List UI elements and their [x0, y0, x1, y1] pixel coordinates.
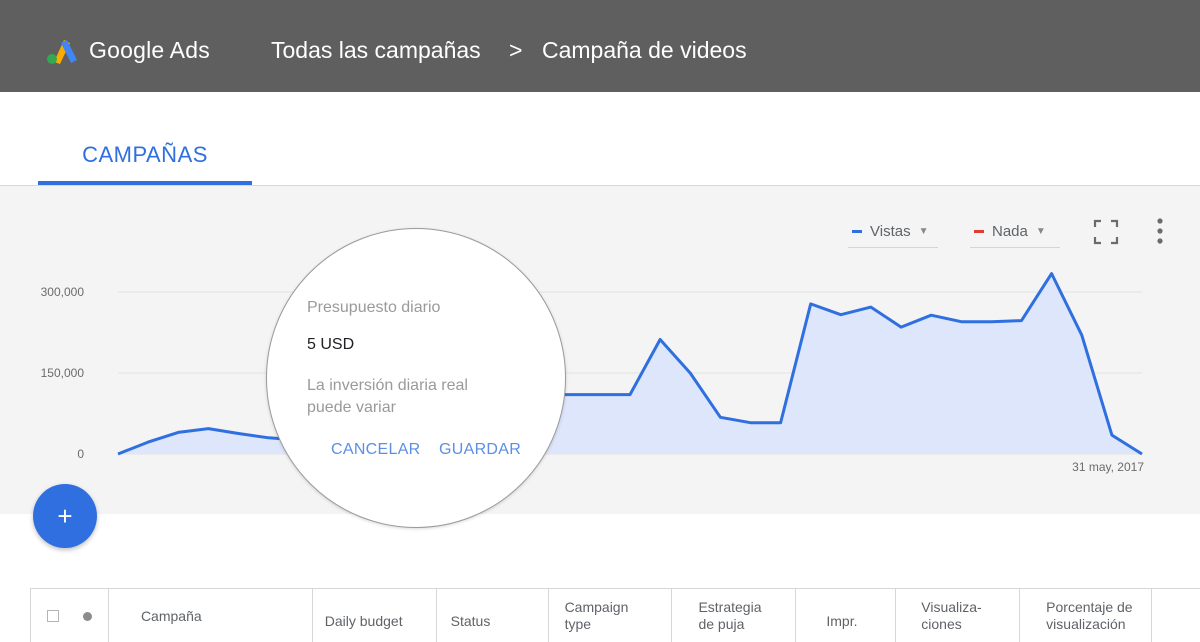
y-tick-label: 0: [77, 447, 84, 461]
more-vert-icon[interactable]: [1152, 216, 1168, 246]
budget-note-line1: La inversión diaria real: [307, 377, 468, 394]
tab-campaigns[interactable]: CAMPAÑAS: [38, 142, 252, 168]
column-header-status[interactable]: Status: [437, 589, 549, 642]
column-header-impressions[interactable]: Impr.: [796, 589, 897, 642]
column-label-line1: Visualiza-: [921, 599, 982, 615]
chevron-down-icon: ▼: [1035, 226, 1046, 237]
column-header-daily-budget[interactable]: Daily budget: [313, 589, 437, 642]
column-label: Estrategia de puja: [698, 599, 761, 633]
column-label-line1: Estrategia: [698, 599, 762, 615]
performance-chart: 300,000 150,000 0 31 may, 2017 Vistas ▼ Na…: [0, 186, 1200, 514]
column-label-line2: de puja: [698, 616, 745, 632]
column-header-view-rate[interactable]: Porcentaje de visualización: [1020, 589, 1153, 642]
column-label-line2: type: [564, 616, 592, 632]
chevron-down-icon: ▼: [918, 226, 929, 237]
metric-secondary-swatch: [974, 230, 984, 233]
column-header-campaign-type[interactable]: Campaign type: [549, 589, 673, 642]
y-tick-label: 150,000: [41, 366, 85, 380]
column-label: Campaign type: [565, 599, 629, 633]
x-axis-end-label: 31 may, 2017: [1072, 460, 1144, 474]
column-label: Daily budget: [324, 612, 403, 629]
breadcrumb-separator-icon: >: [509, 37, 523, 63]
campaigns-table-header: Campaña Daily budget Status Campaign type…: [30, 588, 1200, 642]
column-header-bid-strategy[interactable]: Estrategia de puja: [672, 589, 797, 642]
fullscreen-icon[interactable]: [1093, 219, 1119, 245]
header-select-cell: [31, 589, 109, 642]
column-label: Campaña: [140, 607, 202, 624]
column-label-line2: visualización: [1046, 616, 1126, 632]
metric-primary-swatch: [852, 230, 862, 233]
chart-y-axis: 300,000 150,000 0: [41, 285, 85, 461]
daily-budget-label: Presupuesto diario: [307, 299, 441, 316]
breadcrumb-all-campaigns[interactable]: Todas las campañas: [271, 37, 481, 64]
google-ads-logo-icon: [47, 40, 77, 64]
breadcrumb-current-campaign: Campaña de videos: [542, 37, 747, 63]
metric-selector-secondary[interactable]: Nada ▼: [970, 216, 1060, 248]
tab-bar: CAMPAÑAS: [0, 92, 1200, 186]
top-app-bar: Google Ads Todas las campañas > Campaña …: [0, 0, 1200, 92]
metric-selector-primary[interactable]: Vistas ▼: [848, 216, 938, 248]
budget-note-line2: puede variar: [307, 399, 396, 416]
add-campaign-button[interactable]: +: [33, 484, 97, 548]
column-label-line1: Campaign: [564, 599, 629, 615]
status-dot-icon: [83, 611, 92, 621]
y-tick-label: 300,000: [41, 285, 85, 299]
cancel-button[interactable]: CANCELAR: [331, 441, 421, 459]
select-all-checkbox[interactable]: [47, 610, 59, 622]
column-label: Visualiza-ciones: [921, 599, 981, 633]
column-label: Porcentaje de visualización: [1046, 599, 1132, 633]
daily-budget-editor: Presupuesto diario 5 USD La inversión di…: [266, 228, 566, 528]
column-label: Status: [450, 612, 491, 629]
column-label-line2: ciones: [921, 616, 962, 632]
brand-name[interactable]: Google Ads: [89, 37, 210, 64]
column-label-line1: Porcentaje de: [1046, 599, 1133, 615]
metric-primary-label: Vistas: [870, 223, 911, 240]
daily-budget-value[interactable]: 5 USD: [307, 336, 354, 354]
column-header-overflow: [1152, 589, 1200, 642]
column-label: Impr.: [826, 612, 858, 629]
tab-active-indicator: [38, 181, 252, 185]
metric-secondary-label: Nada: [992, 223, 1028, 240]
column-header-campaign[interactable]: Campaña: [109, 589, 313, 642]
save-button[interactable]: GUARDAR: [439, 441, 521, 459]
column-header-views[interactable]: Visualiza-ciones: [896, 589, 1021, 642]
